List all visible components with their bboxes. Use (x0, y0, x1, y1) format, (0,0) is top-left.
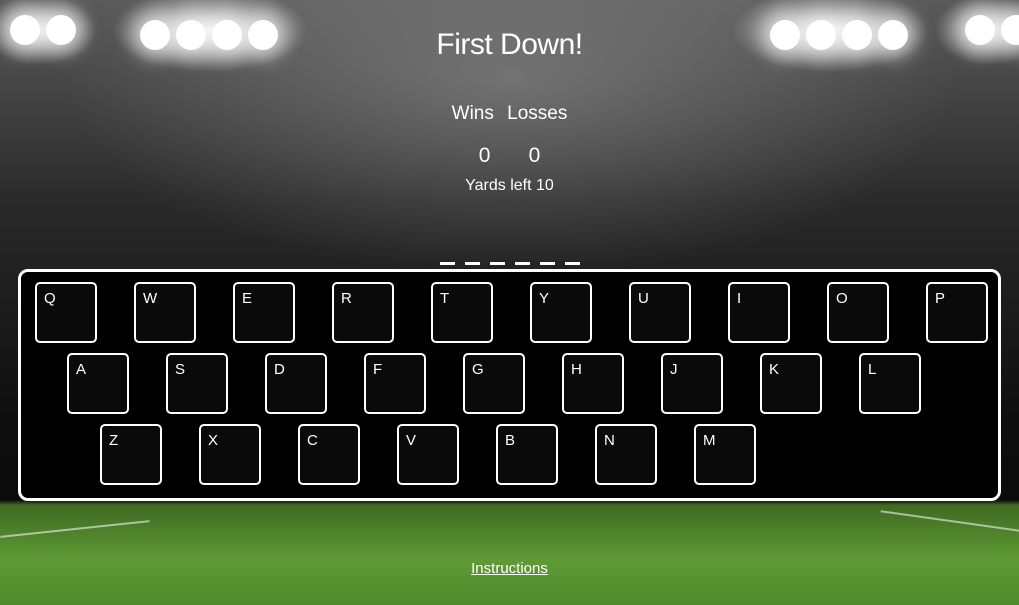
key-y[interactable]: Y (530, 282, 592, 343)
yards-left: Yards left 10 (465, 177, 554, 194)
key-label: E (242, 290, 253, 307)
key-label: G (472, 361, 484, 378)
key-w[interactable]: W (134, 282, 196, 343)
key-h[interactable]: H (562, 353, 624, 414)
key-label: N (604, 432, 615, 449)
field-line-left (0, 520, 150, 538)
key-label: V (406, 432, 417, 449)
key-v[interactable]: V (397, 424, 459, 485)
letter-blank (539, 262, 555, 265)
key-label: K (769, 361, 780, 378)
key-label: R (341, 290, 352, 307)
letter-keyboard: Q W E R T Y U I O P A S D F G H J K L Z X C V B N M (18, 269, 1001, 501)
key-s[interactable]: S (166, 353, 228, 414)
key-m[interactable]: M (694, 424, 756, 485)
key-o[interactable]: O (827, 282, 889, 343)
word-blanks (0, 250, 1019, 269)
key-label: Z (109, 432, 119, 449)
field-line-right (880, 510, 1019, 532)
key-label: H (571, 361, 582, 378)
losses-value: 0 (528, 144, 541, 167)
game-title: First Down! (436, 28, 583, 61)
instructions-area: Instructions (0, 558, 1019, 577)
letter-blank (489, 262, 505, 265)
key-t[interactable]: T (431, 282, 493, 343)
key-label: J (670, 361, 678, 378)
losses-label: Losses (507, 103, 568, 124)
key-z[interactable]: Z (100, 424, 162, 485)
key-n[interactable]: N (595, 424, 657, 485)
instructions-link[interactable]: Instructions (471, 560, 548, 577)
key-x[interactable]: X (199, 424, 261, 485)
key-label: O (836, 290, 848, 307)
letter-blank (564, 262, 580, 265)
scoreboard-values: 0 0 (0, 144, 1019, 168)
letter-blank (514, 262, 530, 265)
key-j[interactable]: J (661, 353, 723, 414)
key-label: F (373, 361, 383, 378)
key-f[interactable]: F (364, 353, 426, 414)
key-b[interactable]: B (496, 424, 558, 485)
key-g[interactable]: G (463, 353, 525, 414)
key-a[interactable]: A (67, 353, 129, 414)
key-label: D (274, 361, 285, 378)
scoreboard-headers: Wins Losses (0, 103, 1019, 125)
key-l[interactable]: L (859, 353, 921, 414)
key-label: S (175, 361, 186, 378)
key-r[interactable]: R (332, 282, 394, 343)
key-label: X (208, 432, 219, 449)
key-i[interactable]: I (728, 282, 790, 343)
letter-blank (439, 262, 455, 265)
key-label: B (505, 432, 516, 449)
key-q[interactable]: Q (35, 282, 97, 343)
key-label: I (737, 290, 742, 307)
key-label: P (935, 290, 946, 307)
key-label: T (440, 290, 450, 307)
key-label: M (703, 432, 716, 449)
key-label: W (143, 290, 158, 307)
key-label: U (638, 290, 649, 307)
key-label: A (76, 361, 87, 378)
key-label: L (868, 361, 877, 378)
key-u[interactable]: U (629, 282, 691, 343)
key-c[interactable]: C (298, 424, 360, 485)
key-label: Q (44, 290, 56, 307)
letter-blank (464, 262, 480, 265)
key-label: Y (539, 290, 550, 307)
wins-value: 0 (478, 144, 491, 167)
key-k[interactable]: K (760, 353, 822, 414)
key-e[interactable]: E (233, 282, 295, 343)
wins-label: Wins (451, 103, 494, 124)
key-d[interactable]: D (265, 353, 327, 414)
key-label: C (307, 432, 318, 449)
key-p[interactable]: P (926, 282, 988, 343)
